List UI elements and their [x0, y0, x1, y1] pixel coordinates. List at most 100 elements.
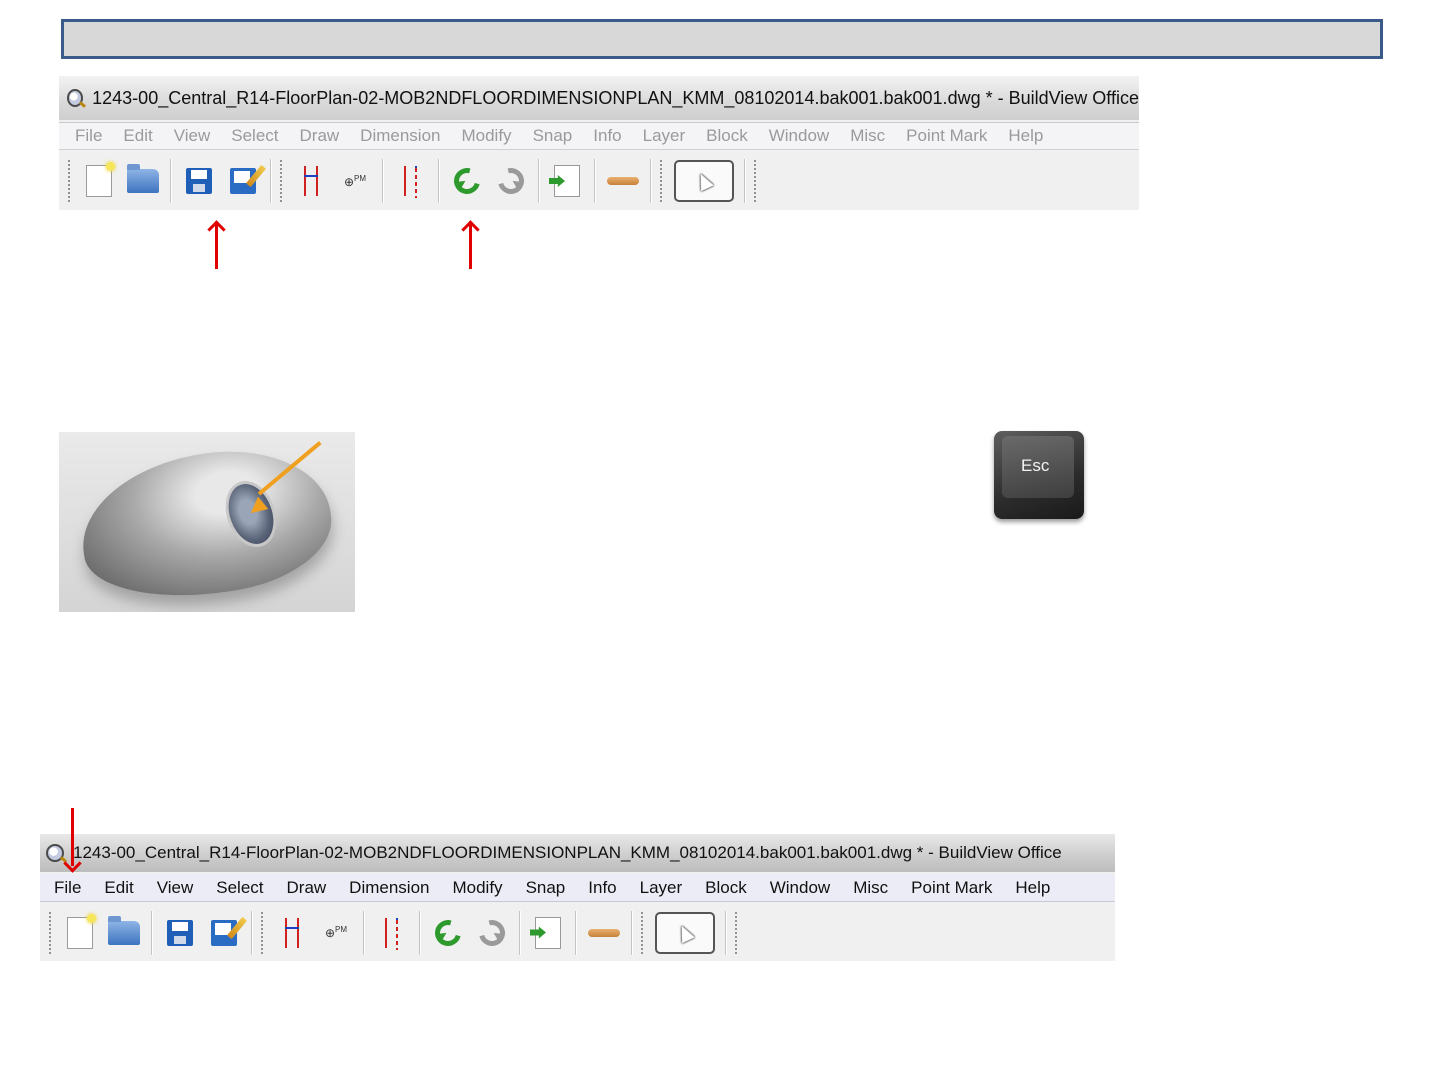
title-bar: 1243-00_Central_R14-FloorPlan-02-MOB2NDF…	[40, 834, 1115, 872]
mouse-body	[72, 437, 340, 611]
menu-window[interactable]: Window	[769, 126, 829, 146]
toolbar-grip[interactable]	[279, 159, 283, 203]
toolbar-separator	[270, 159, 272, 203]
toolbar-separator	[575, 910, 577, 955]
open-folder-icon	[127, 164, 159, 193]
menu-view[interactable]: View	[157, 878, 194, 898]
toolbar-separator	[151, 910, 153, 955]
menu-help[interactable]: Help	[1008, 126, 1043, 146]
redo-button[interactable]	[470, 911, 514, 955]
toolbar-separator	[631, 910, 633, 955]
menu-edit[interactable]: Edit	[104, 878, 133, 898]
menu-window[interactable]: Window	[770, 878, 830, 898]
menu-file[interactable]: File	[75, 126, 102, 146]
menu-draw[interactable]: Draw	[287, 878, 327, 898]
toolbar-grip[interactable]	[753, 159, 757, 203]
select-button[interactable]	[650, 911, 720, 955]
point-mark-button[interactable]: ⊕PM	[314, 911, 358, 955]
import-icon	[535, 916, 561, 949]
redo-icon	[493, 163, 529, 199]
save-as-button[interactable]	[221, 159, 265, 203]
redo-button[interactable]	[489, 159, 533, 203]
menu-layer[interactable]: Layer	[643, 126, 686, 146]
line-icon	[607, 177, 639, 185]
menu-modify[interactable]: Modify	[452, 878, 502, 898]
menu-block[interactable]: Block	[705, 878, 747, 898]
menu-block[interactable]: Block	[706, 126, 748, 146]
menu-info[interactable]: Info	[588, 878, 616, 898]
dimension-dashed-button[interactable]	[370, 911, 414, 955]
menu-select[interactable]: Select	[216, 878, 263, 898]
import-button[interactable]	[526, 911, 570, 955]
menu-layer[interactable]: Layer	[640, 878, 683, 898]
toolbar-grip[interactable]	[67, 159, 71, 203]
save-button[interactable]	[158, 911, 202, 955]
menu-point-mark[interactable]: Point Mark	[906, 126, 987, 146]
line-button[interactable]	[601, 159, 645, 203]
esc-key-image: Esc	[994, 431, 1084, 519]
menu-help[interactable]: Help	[1015, 878, 1050, 898]
import-button[interactable]	[545, 159, 589, 203]
app-window-screenshot-enabled: 1243-00_Central_R14-FloorPlan-02-MOB2NDF…	[40, 834, 1115, 961]
toolbar-separator	[363, 910, 365, 955]
menu-snap[interactable]: Snap	[533, 126, 573, 146]
toolbar-separator	[744, 159, 746, 203]
undo-button[interactable]	[426, 911, 470, 955]
point-mark-sup: PM	[354, 173, 367, 183]
dimension-icon	[282, 917, 302, 948]
mouse-scroll-wheel-photo	[59, 432, 355, 612]
save-button[interactable]	[177, 159, 221, 203]
menu-misc[interactable]: Misc	[853, 878, 888, 898]
toolbar-separator	[438, 159, 440, 203]
toolbar-separator	[725, 910, 727, 955]
menu-misc[interactable]: Misc	[850, 126, 885, 146]
menu-snap[interactable]: Snap	[526, 878, 566, 898]
toolbar-grip[interactable]	[48, 910, 52, 955]
toolbar-separator	[419, 910, 421, 955]
point-mark-symbol: ⊕	[324, 926, 336, 940]
menu-modify[interactable]: Modify	[461, 126, 511, 146]
esc-key-label: Esc	[1021, 456, 1050, 475]
menu-draw[interactable]: Draw	[300, 126, 340, 146]
menu-file[interactable]: File	[54, 878, 81, 898]
line-button[interactable]	[582, 911, 626, 955]
select-button[interactable]	[669, 159, 739, 203]
dimension-dashed-icon	[401, 166, 421, 198]
menu-edit[interactable]: Edit	[123, 126, 152, 146]
menu-dimension[interactable]: Dimension	[349, 878, 429, 898]
undo-icon	[449, 163, 485, 199]
menu-info[interactable]: Info	[593, 126, 621, 146]
toolbar-grip[interactable]	[659, 159, 663, 203]
dimension-dashed-button[interactable]	[389, 159, 433, 203]
dimension-icon	[301, 166, 321, 196]
save-as-icon	[211, 919, 237, 946]
toolbar-grip[interactable]	[260, 910, 264, 955]
window-title: 1243-00_Central_R14-FloorPlan-02-MOB2NDF…	[73, 843, 1062, 862]
toolbar-grip[interactable]	[734, 910, 738, 955]
select-box	[674, 160, 734, 202]
title-bar: 1243-00_Central_R14-FloorPlan-02-MOB2NDF…	[59, 76, 1139, 120]
new-file-button[interactable]	[77, 159, 121, 203]
undo-icon	[430, 914, 466, 951]
toolbar-grip[interactable]	[640, 910, 644, 955]
new-file-button[interactable]	[58, 911, 102, 955]
menu-view[interactable]: View	[174, 126, 211, 146]
menu-point-mark[interactable]: Point Mark	[911, 878, 992, 898]
point-mark-button[interactable]: ⊕PM	[333, 159, 377, 203]
menu-bar: File Edit View Select Draw Dimension Mod…	[59, 122, 1139, 150]
new-file-icon	[86, 162, 115, 197]
dimension-button[interactable]	[270, 911, 314, 955]
menu-select[interactable]: Select	[231, 126, 278, 146]
open-file-button[interactable]	[102, 911, 146, 955]
window-title: 1243-00_Central_R14-FloorPlan-02-MOB2NDF…	[92, 87, 1139, 108]
save-as-button[interactable]	[202, 911, 246, 955]
undo-button[interactable]	[445, 159, 489, 203]
toolbar: ⊕PM	[40, 904, 1115, 961]
toolbar-separator	[650, 159, 652, 203]
point-mark-symbol: ⊕	[343, 174, 355, 189]
menu-dimension[interactable]: Dimension	[360, 126, 440, 146]
dimension-button[interactable]	[289, 159, 333, 203]
open-file-button[interactable]	[121, 159, 165, 203]
buildview-app-icon	[67, 89, 84, 107]
toolbar: ⊕PM	[59, 152, 1139, 210]
